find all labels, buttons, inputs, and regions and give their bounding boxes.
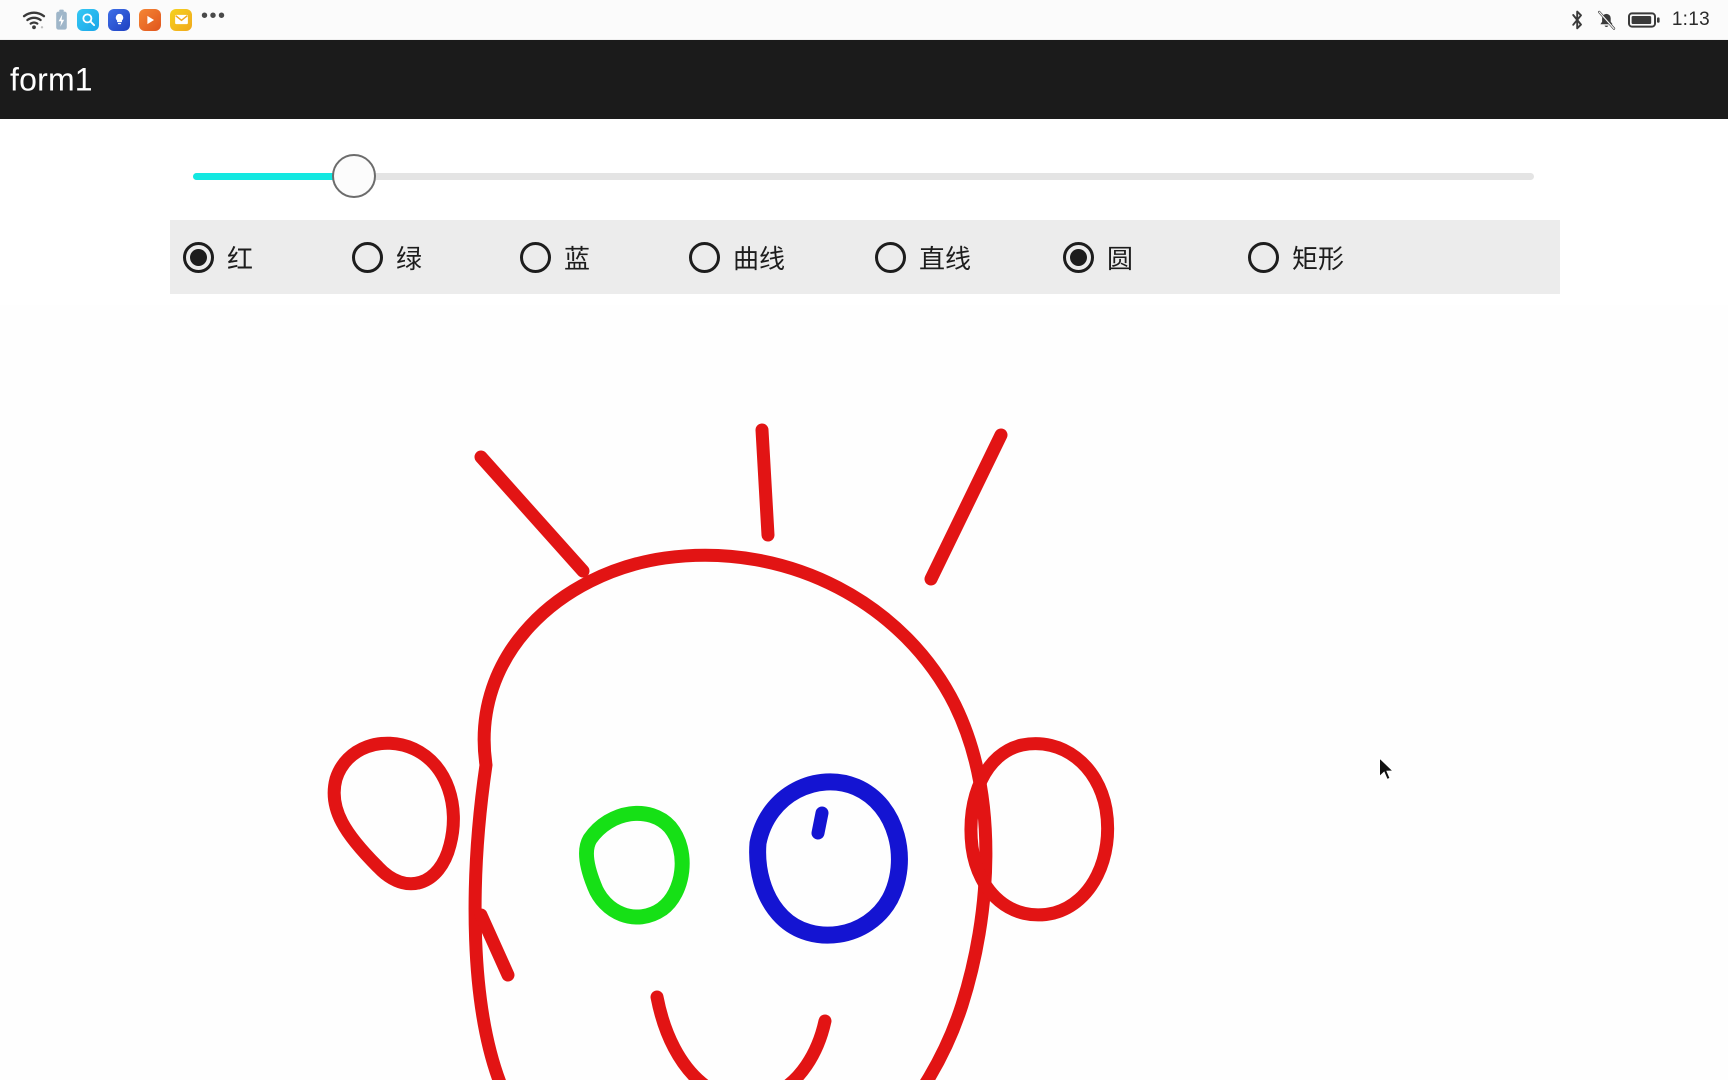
mouse-cursor bbox=[1378, 756, 1396, 788]
blue-eye-pupil-stroke bbox=[811, 806, 829, 840]
radio-unselected-icon[interactable] bbox=[520, 241, 551, 273]
smiley-face-drawing bbox=[327, 423, 1115, 1080]
radio-curve-label: 曲线 bbox=[733, 243, 786, 274]
radio-green[interactable]: 绿 bbox=[352, 239, 422, 276]
slider-fill bbox=[193, 173, 354, 180]
radio-unselected-icon[interactable] bbox=[1248, 241, 1279, 273]
bluetooth-icon bbox=[1570, 9, 1585, 31]
tool-radio-group: 红 绿 蓝 曲线 直线 圆 矩形 bbox=[170, 220, 1560, 294]
stroke-width-slider[interactable] bbox=[193, 151, 1534, 201]
notifications-off-icon bbox=[1596, 9, 1617, 31]
radio-blue[interactable]: 蓝 bbox=[520, 239, 590, 276]
battery-charging-icon bbox=[55, 9, 68, 31]
green-eye-stroke bbox=[579, 805, 690, 925]
slider-track[interactable] bbox=[193, 173, 1534, 180]
antenna-left-stroke bbox=[474, 450, 590, 578]
head-outline-stroke bbox=[468, 548, 993, 1080]
radio-line[interactable]: 直线 bbox=[875, 239, 971, 276]
radio-blue-label: 蓝 bbox=[564, 243, 591, 274]
status-bar-left-group: ••• bbox=[22, 6, 227, 31]
radio-circle-label: 圆 bbox=[1107, 243, 1134, 274]
app-body: 红 绿 蓝 曲线 直线 圆 矩形 bbox=[0, 119, 1728, 1080]
drawing-canvas[interactable] bbox=[0, 305, 1728, 1080]
radio-red-label: 红 bbox=[227, 243, 254, 274]
mail-app-icon[interactable] bbox=[170, 8, 192, 31]
antenna-right-stroke bbox=[924, 428, 1008, 586]
status-bar-right-group: 1:13 bbox=[1570, 9, 1710, 31]
smile-stroke bbox=[650, 990, 832, 1080]
radio-selected-icon[interactable] bbox=[1063, 241, 1094, 273]
radio-unselected-icon[interactable] bbox=[352, 241, 383, 273]
battery-icon bbox=[1627, 10, 1661, 30]
cheek-mark-stroke bbox=[474, 908, 515, 982]
play-app-icon[interactable] bbox=[139, 8, 161, 31]
wifi-icon bbox=[22, 10, 46, 30]
status-overflow-icon[interactable]: ••• bbox=[201, 6, 227, 28]
radio-line-label: 直线 bbox=[919, 243, 972, 274]
status-bar: ••• 1:13 bbox=[0, 0, 1728, 40]
radio-green-label: 绿 bbox=[396, 243, 423, 274]
radio-unselected-icon[interactable] bbox=[875, 241, 906, 273]
window-title-bar: form1 bbox=[0, 40, 1728, 119]
radio-unselected-icon[interactable] bbox=[689, 241, 720, 273]
radio-red[interactable]: 红 bbox=[183, 239, 253, 276]
status-clock: 1:13 bbox=[1671, 8, 1710, 30]
radio-rectangle-label: 矩形 bbox=[1292, 243, 1345, 274]
blue-eye-stroke bbox=[749, 773, 908, 944]
radio-curve[interactable]: 曲线 bbox=[689, 239, 785, 276]
radio-selected-icon[interactable] bbox=[183, 241, 214, 273]
left-ear-circle-stroke bbox=[327, 736, 460, 891]
lightbulb-app-icon[interactable] bbox=[108, 8, 130, 31]
radio-rectangle[interactable]: 矩形 bbox=[1248, 239, 1344, 276]
search-app-icon[interactable] bbox=[77, 8, 99, 31]
radio-circle[interactable]: 圆 bbox=[1063, 239, 1133, 276]
page-title: form1 bbox=[10, 61, 93, 97]
slider-thumb[interactable] bbox=[331, 154, 376, 198]
antenna-center-stroke bbox=[755, 423, 775, 542]
